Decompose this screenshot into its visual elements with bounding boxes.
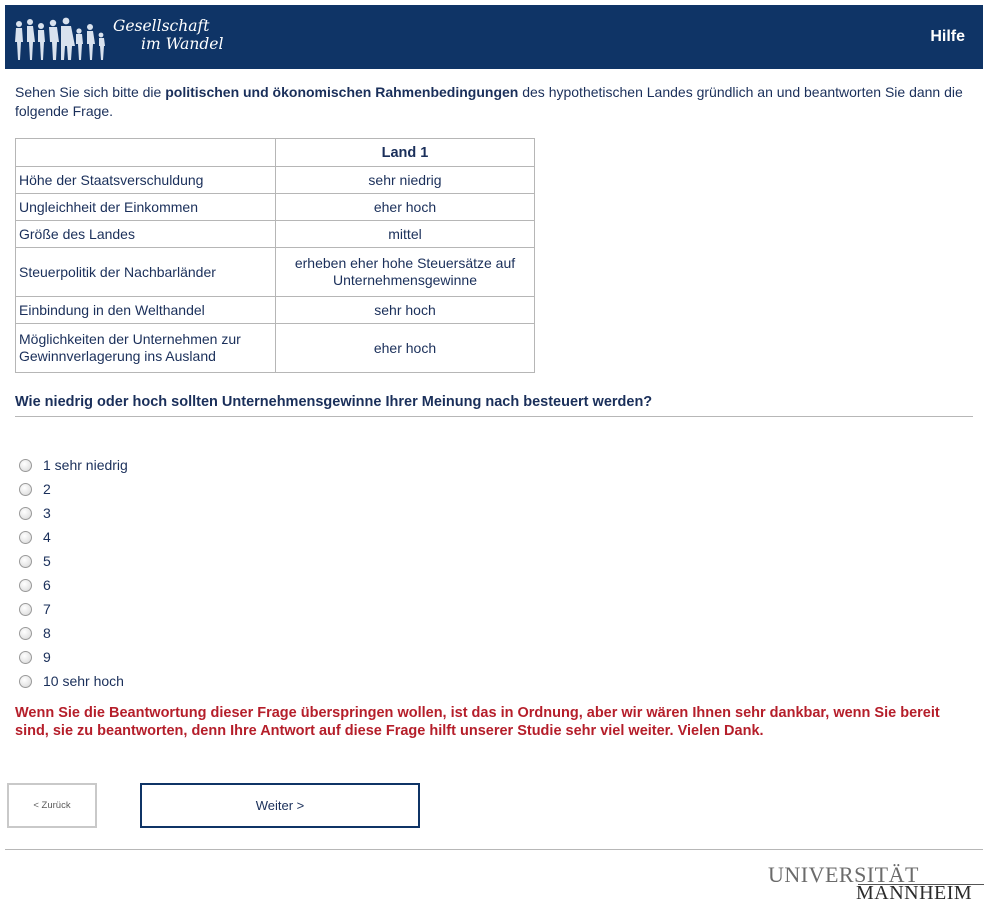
radio-button[interactable] — [19, 626, 32, 640]
answer-label: 5 — [43, 553, 51, 569]
answer-option-7[interactable]: 7 — [19, 597, 128, 621]
table-cell-label: Größe des Landes — [15, 220, 276, 248]
question-text: Wie niedrig oder hoch sollten Unternehme… — [15, 394, 653, 410]
logo: Gesellschaft im Wandel — [5, 5, 245, 69]
answer-options: 1 sehr niedrig 2 3 4 5 6 7 8 9 10 sehr h… — [19, 453, 128, 693]
answer-option-9[interactable]: 9 — [19, 645, 128, 669]
table-cell-value: eher hoch — [275, 323, 535, 373]
header-bar: Gesellschaft im Wandel Hilfe — [5, 5, 983, 69]
radio-button[interactable] — [19, 650, 32, 664]
answer-label: 6 — [43, 577, 51, 593]
answer-option-8[interactable]: 8 — [19, 621, 128, 645]
table-cell-label: Steuerpolitik der Nachbarländer — [15, 247, 276, 297]
next-button[interactable]: Weiter > — [140, 783, 420, 828]
help-link[interactable]: Hilfe — [930, 28, 965, 46]
back-button[interactable]: < Zurück — [7, 783, 97, 828]
intro-text: Sehen Sie sich bitte die politischen und… — [15, 83, 977, 120]
radio-button[interactable] — [19, 578, 32, 592]
radio-button[interactable] — [19, 674, 32, 688]
logo-line-2: im Wandel — [141, 35, 224, 53]
table-header-land: Land 1 — [275, 138, 535, 167]
intro-text-before: Sehen Sie sich bitte die — [15, 84, 166, 100]
answer-option-5[interactable]: 5 — [19, 549, 128, 573]
answer-label: 4 — [43, 529, 51, 545]
answer-label: 8 — [43, 625, 51, 641]
table-cell-label: Möglichkeiten der Unternehmen zur Gewinn… — [15, 323, 276, 373]
skip-note: Wenn Sie die Beantwortung dieser Frage ü… — [15, 705, 940, 739]
answer-label: 1 sehr niedrig — [43, 457, 128, 473]
radio-button[interactable] — [19, 482, 32, 496]
table-header-row: Land 1 — [15, 138, 535, 167]
table-cell-value: eher hoch — [275, 193, 535, 221]
radio-button[interactable] — [19, 554, 32, 568]
people-silhouettes-icon — [15, 17, 105, 60]
attribute-table: Land 1 Höhe der Staatsverschuldung sehr … — [15, 138, 535, 373]
question-divider — [15, 416, 973, 417]
answer-label: 7 — [43, 601, 51, 617]
table-row: Möglichkeiten der Unternehmen zur Gewinn… — [15, 323, 535, 373]
answer-option-1[interactable]: 1 sehr niedrig — [19, 453, 128, 477]
table-cell-label: Ungleichheit der Einkommen — [15, 193, 276, 221]
answer-label: 9 — [43, 649, 51, 665]
footer-divider — [5, 849, 983, 850]
logo-line-1: Gesellschaft — [113, 17, 210, 35]
table-row: Ungleichheit der Einkommen eher hoch — [15, 193, 535, 221]
table-row: Einbindung in den Welthandel sehr hoch — [15, 296, 535, 324]
table-header-empty — [15, 138, 276, 167]
answer-option-2[interactable]: 2 — [19, 477, 128, 501]
answer-label: 2 — [43, 481, 51, 497]
answer-label: 3 — [43, 505, 51, 521]
table-cell-value: mittel — [275, 220, 535, 248]
table-cell-value: erheben eher hohe Steuersätze auf Untern… — [275, 247, 535, 297]
table-cell-label: Höhe der Staatsverschuldung — [15, 166, 276, 194]
radio-button[interactable] — [19, 530, 32, 544]
table-row: Größe des Landes mittel — [15, 220, 535, 248]
table-row: Höhe der Staatsverschuldung sehr niedrig — [15, 166, 535, 194]
intro-text-bold: politischen und ökonomischen Rahmenbedin… — [165, 84, 519, 100]
answer-option-6[interactable]: 6 — [19, 573, 128, 597]
table-row: Steuerpolitik der Nachbarländer erheben … — [15, 247, 535, 297]
answer-label: 10 sehr hoch — [43, 673, 124, 689]
table-cell-label: Einbindung in den Welthandel — [15, 296, 276, 324]
answer-option-3[interactable]: 3 — [19, 501, 128, 525]
answer-option-10[interactable]: 10 sehr hoch — [19, 669, 128, 693]
table-cell-value: sehr niedrig — [275, 166, 535, 194]
table-cell-value: sehr hoch — [275, 296, 535, 324]
university-logo-line-2: MANNHEIM — [856, 882, 973, 903]
radio-button[interactable] — [19, 602, 32, 616]
answer-option-4[interactable]: 4 — [19, 525, 128, 549]
radio-button[interactable] — [19, 458, 32, 472]
radio-button[interactable] — [19, 506, 32, 520]
